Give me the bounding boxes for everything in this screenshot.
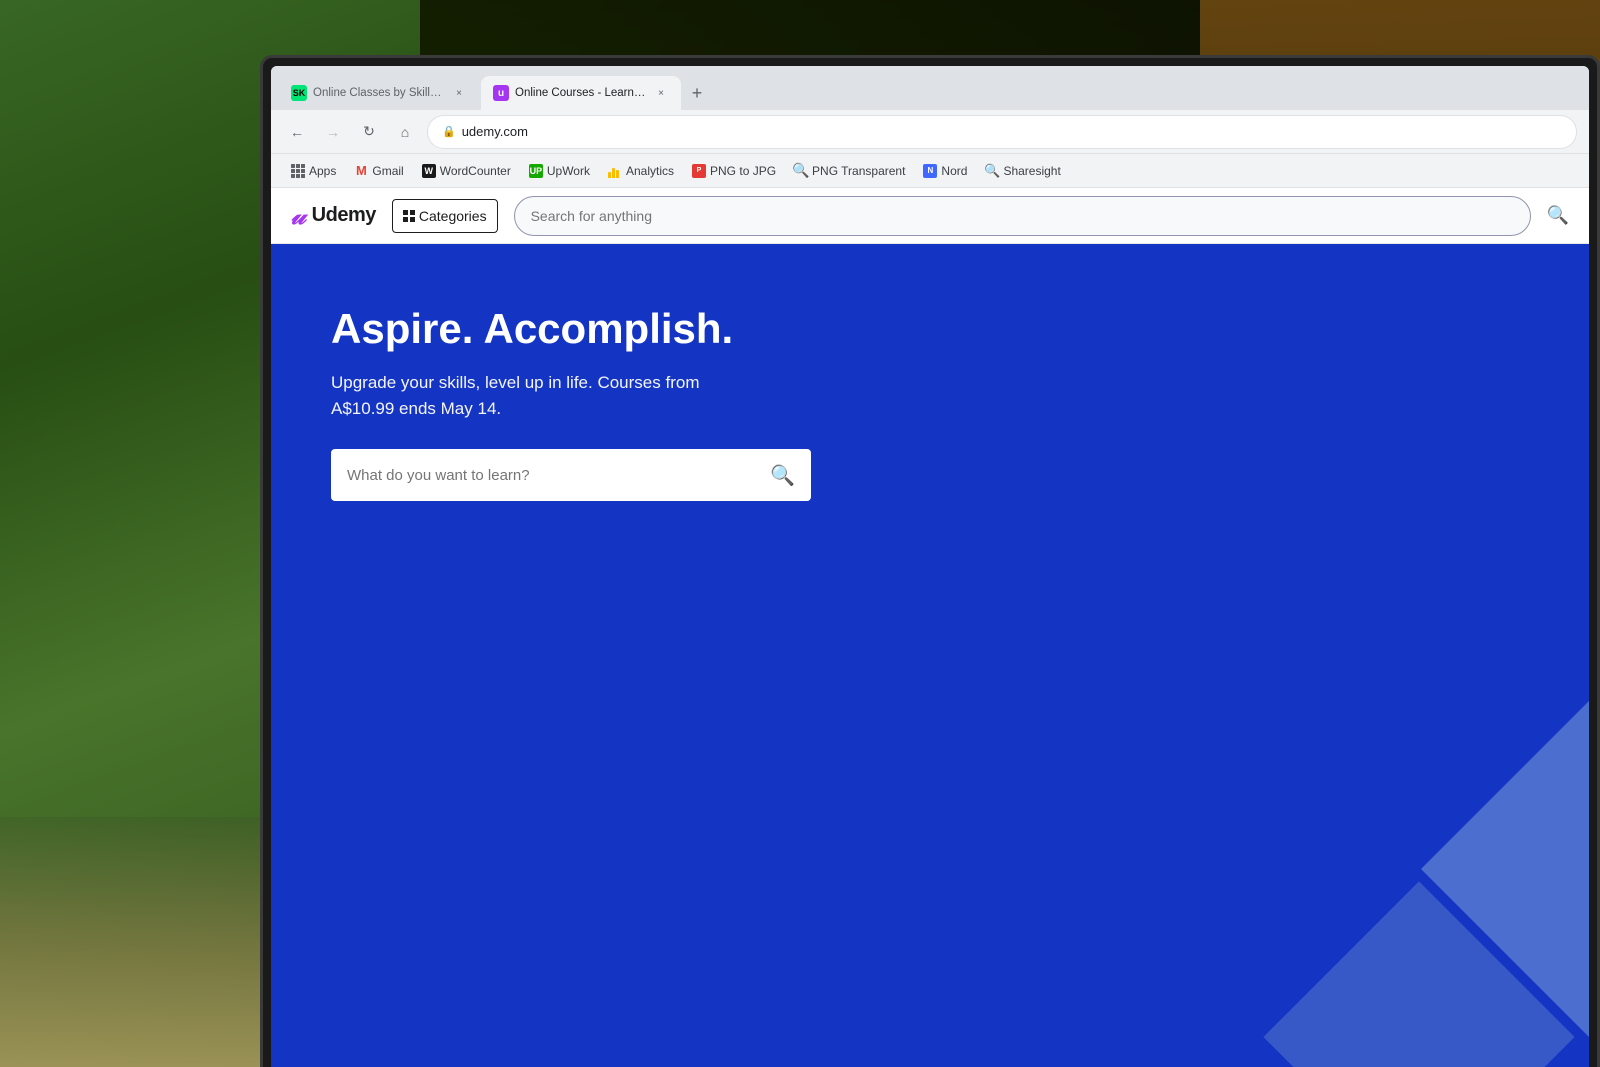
- udemy-search-bar[interactable]: [514, 196, 1531, 236]
- bookmark-upwork[interactable]: UP UpWork: [521, 160, 598, 182]
- bookmark-analytics[interactable]: Analytics: [600, 160, 682, 182]
- categories-label: Categories: [419, 208, 487, 224]
- udemy-logo[interactable]: 𝓊 Udemy: [291, 200, 376, 232]
- wordcounter-favicon: W: [422, 164, 436, 178]
- bookmark-apps-label: Apps: [309, 164, 336, 178]
- nord-favicon: N: [923, 164, 937, 178]
- website-content: 𝓊 Udemy Categories: [271, 188, 1589, 1067]
- udemy-logo-mark: 𝓊: [291, 200, 306, 232]
- url-text: udemy.com: [462, 124, 528, 139]
- bookmark-nord-label: Nord: [941, 164, 967, 178]
- bookmark-png-jpg-label: PNG to JPG: [710, 164, 776, 178]
- new-tab-button[interactable]: +: [683, 79, 711, 107]
- skillshare-favicon: SK: [291, 85, 307, 101]
- bookmarks-bar: Apps M Gmail W WordCounter UP: [271, 154, 1589, 188]
- laptop-frame: SK Online Classes by Skillshare | S × u …: [260, 55, 1600, 1067]
- bookmark-gmail-label: Gmail: [372, 164, 403, 178]
- forward-button[interactable]: →: [319, 118, 347, 146]
- tab-udemy-close[interactable]: ×: [653, 85, 669, 101]
- udemy-logo-text: Udemy: [312, 204, 376, 227]
- bookmark-png-transparent-label: PNG Transparent: [812, 164, 905, 178]
- bookmark-upwork-label: UpWork: [547, 164, 590, 178]
- udemy-navbar: 𝓊 Udemy Categories: [271, 188, 1589, 244]
- tab-skillshare-title: Online Classes by Skillshare | S: [313, 87, 445, 99]
- grid-categories-icon: [403, 210, 415, 222]
- hero-subtext: Upgrade your skills, level up in life. C…: [331, 370, 1529, 421]
- bookmark-png-jpg[interactable]: P PNG to JPG: [684, 160, 784, 182]
- tab-udemy-title: Online Courses - Learn Anythi: [515, 87, 647, 99]
- reload-button[interactable]: ↻: [355, 118, 383, 146]
- browser-window: SK Online Classes by Skillshare | S × u …: [271, 66, 1589, 1067]
- hero-search-bar[interactable]: 🔍: [331, 449, 811, 501]
- bookmark-png-transparent[interactable]: 🔍 PNG Transparent: [786, 160, 913, 182]
- home-button[interactable]: ⌂: [391, 118, 419, 146]
- tab-bar: SK Online Classes by Skillshare | S × u …: [271, 66, 1589, 110]
- png-to-jpg-favicon: P: [692, 164, 706, 178]
- png-transparent-favicon: 🔍: [794, 164, 808, 178]
- udemy-hero-section: Aspire. Accomplish. Upgrade your skills,…: [271, 244, 1589, 1067]
- bookmark-sharesight-label: Sharesight: [1003, 164, 1060, 178]
- sharesight-favicon: 🔍: [985, 164, 999, 178]
- apps-grid-icon: [291, 164, 305, 178]
- address-bar: ← → ↻ ⌂ 🔒 udemy.com: [271, 110, 1589, 154]
- udemy-search-input[interactable]: [531, 208, 1514, 224]
- bookmark-analytics-label: Analytics: [626, 164, 674, 178]
- hero-search-input[interactable]: [347, 467, 770, 484]
- categories-button[interactable]: Categories: [392, 199, 498, 233]
- hero-subtext-text: Upgrade your skills, level up in life. C…: [331, 373, 699, 418]
- bookmark-wordcounter[interactable]: W WordCounter: [414, 160, 519, 182]
- tab-skillshare-close[interactable]: ×: [451, 85, 467, 101]
- url-bar[interactable]: 🔒 udemy.com: [427, 115, 1577, 149]
- udemy-favicon: u: [493, 85, 509, 101]
- lock-icon: 🔒: [442, 125, 456, 138]
- upwork-favicon: UP: [529, 164, 543, 178]
- bookmark-apps[interactable]: Apps: [283, 160, 344, 182]
- back-button[interactable]: ←: [283, 118, 311, 146]
- hero-headline: Aspire. Accomplish.: [331, 304, 1529, 354]
- bookmark-sharesight[interactable]: 🔍 Sharesight: [977, 160, 1068, 182]
- analytics-favicon: [608, 164, 622, 178]
- udemy-search-icon[interactable]: 🔍: [1547, 205, 1569, 226]
- gmail-favicon: M: [354, 164, 368, 178]
- bookmark-gmail[interactable]: M Gmail: [346, 160, 411, 182]
- tab-skillshare[interactable]: SK Online Classes by Skillshare | S ×: [279, 76, 479, 110]
- hero-search-button[interactable]: 🔍: [770, 463, 795, 488]
- tab-udemy[interactable]: u Online Courses - Learn Anythi ×: [481, 76, 681, 110]
- bookmark-nord[interactable]: N Nord: [915, 160, 975, 182]
- screen-bezel: SK Online Classes by Skillshare | S × u …: [271, 66, 1589, 1067]
- bookmark-wordcounter-label: WordCounter: [440, 164, 511, 178]
